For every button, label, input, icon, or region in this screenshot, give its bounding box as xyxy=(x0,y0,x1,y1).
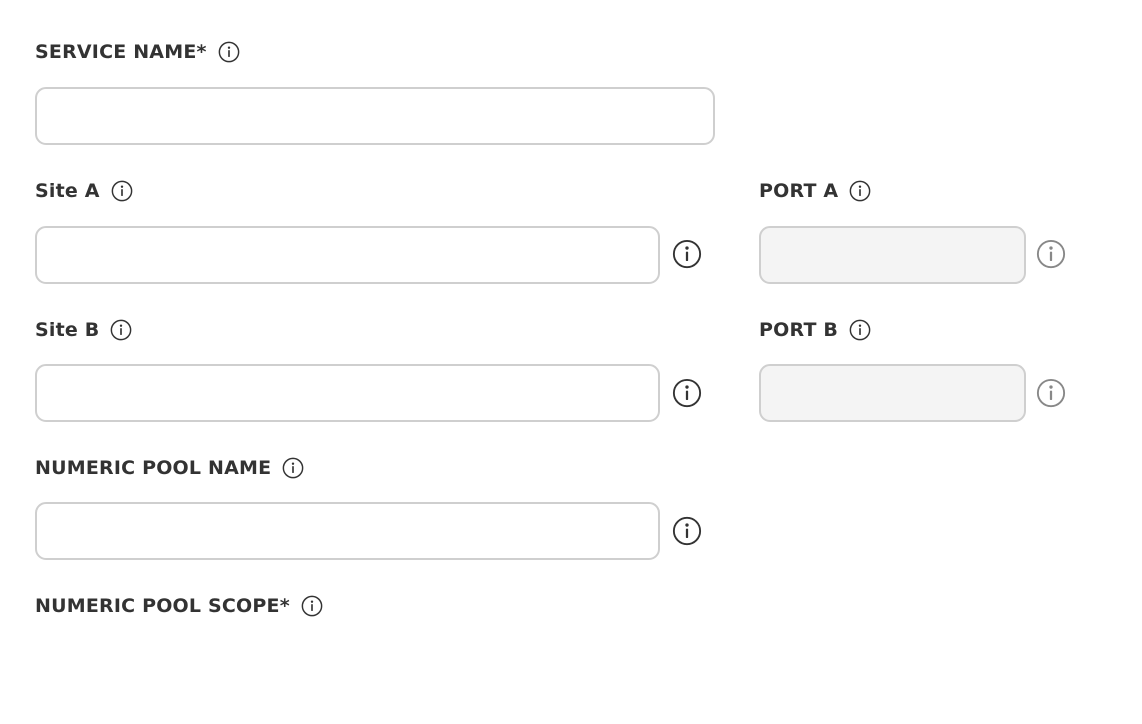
site-b-label-row: Site B xyxy=(35,319,132,341)
info-circle-icon[interactable] xyxy=(218,41,240,63)
info-circle-icon[interactable] xyxy=(672,378,702,408)
info-circle-icon[interactable] xyxy=(282,457,304,479)
info-circle-icon[interactable] xyxy=(672,239,702,269)
numeric-pool-name-label: NUMERIC POOL NAME xyxy=(35,457,272,479)
site-a-input[interactable] xyxy=(35,226,660,284)
site-a-label-row: Site A xyxy=(35,180,133,202)
service-name-label: SERVICE NAME* xyxy=(35,41,207,63)
service-form: SERVICE NAME* Site A PORT A Site B PORT … xyxy=(0,0,1142,724)
site-a-label: Site A xyxy=(35,180,100,202)
numeric-pool-name-input[interactable] xyxy=(35,502,660,560)
info-circle-icon[interactable] xyxy=(672,516,702,546)
port-b-input[interactable] xyxy=(759,364,1026,422)
port-a-label: PORT A xyxy=(759,180,839,202)
port-a-label-row: PORT A xyxy=(759,180,871,202)
info-circle-icon[interactable] xyxy=(1036,378,1066,408)
numeric-pool-scope-label: NUMERIC POOL SCOPE* xyxy=(35,595,290,617)
info-circle-icon[interactable] xyxy=(111,180,133,202)
numeric-pool-name-label-row: NUMERIC POOL NAME xyxy=(35,457,304,479)
info-circle-icon[interactable] xyxy=(301,595,323,617)
service-name-input[interactable] xyxy=(35,87,715,145)
info-circle-icon[interactable] xyxy=(849,319,871,341)
info-circle-icon[interactable] xyxy=(1036,239,1066,269)
numeric-pool-scope-label-row: NUMERIC POOL SCOPE* xyxy=(35,595,323,617)
port-b-label: PORT B xyxy=(759,319,839,341)
port-b-label-row: PORT B xyxy=(759,319,871,341)
site-b-input[interactable] xyxy=(35,364,660,422)
site-b-label: Site B xyxy=(35,319,100,341)
info-circle-icon[interactable] xyxy=(110,319,132,341)
port-a-input[interactable] xyxy=(759,226,1026,284)
info-circle-icon[interactable] xyxy=(849,180,871,202)
service-name-label-row: SERVICE NAME* xyxy=(35,41,240,63)
